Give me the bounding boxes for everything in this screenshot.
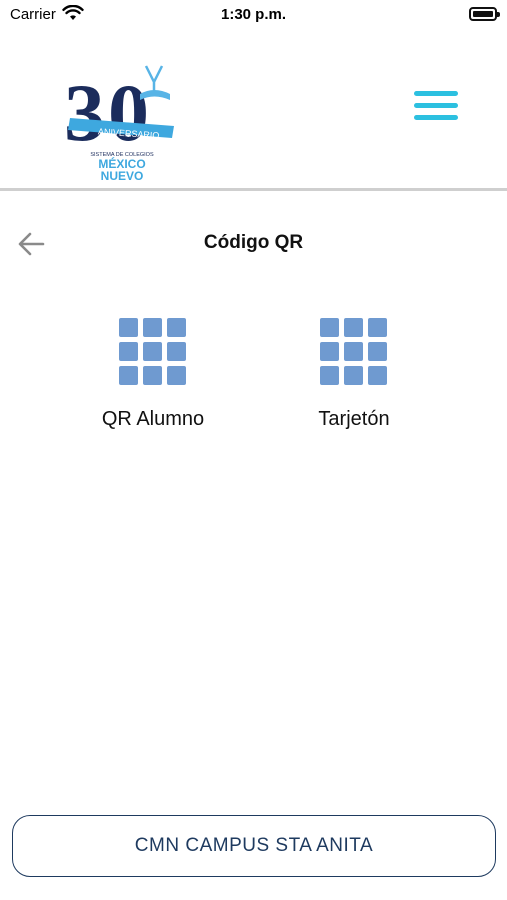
campus-selector-button[interactable]: CMN CAMPUS STA ANITA (12, 815, 496, 877)
option-label: QR Alumno (101, 408, 205, 430)
battery-icon (469, 7, 500, 21)
svg-text:0: 0 (108, 67, 149, 158)
menu-bar-bottom (414, 115, 458, 120)
header-divider (0, 188, 507, 191)
status-bar: Carrier 1:30 p.m. (0, 0, 507, 30)
menu-bar-top (414, 91, 458, 96)
grid-icon (119, 318, 187, 386)
option-label: Tarjetón (318, 408, 390, 430)
svg-text:3: 3 (64, 67, 105, 158)
grid-icon (320, 318, 388, 386)
school-logo: 3 0 ANIVERSARIO SISTEMA DE COLEGIOS MÉXI… (64, 65, 174, 183)
menu-bar-middle (414, 103, 458, 108)
page-title: Código QR (203, 232, 304, 253)
hamburger-menu-icon[interactable] (410, 86, 462, 126)
option-qr-alumno[interactable]: QR Alumno (53, 312, 253, 442)
clock: 1:30 p.m. (220, 6, 287, 23)
campus-label: CMN CAMPUS STA ANITA (134, 835, 374, 856)
svg-text:NUEVO: NUEVO (101, 169, 144, 183)
option-tarjeton[interactable]: Tarjetón (254, 312, 454, 442)
